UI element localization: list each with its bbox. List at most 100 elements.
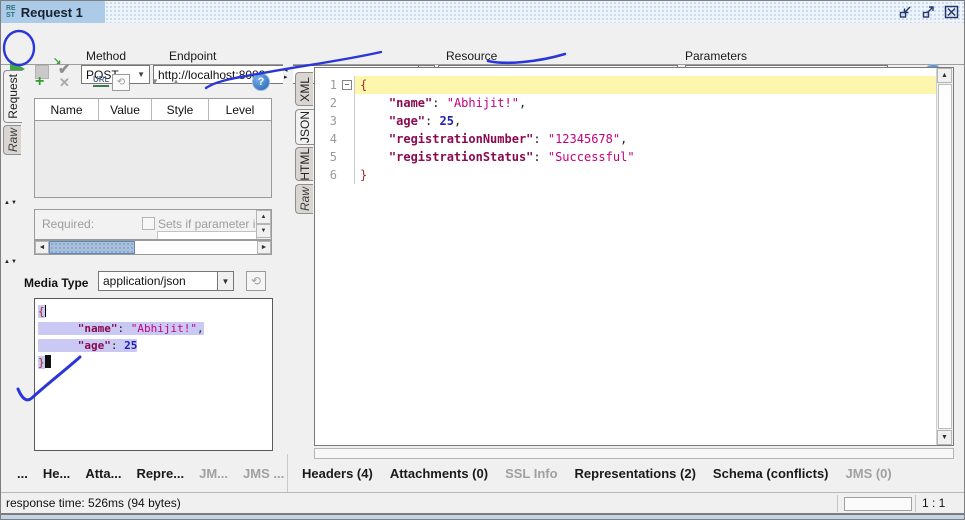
- param-detail-field[interactable]: [157, 231, 257, 240]
- table-header-cell[interactable]: Level: [209, 99, 271, 120]
- code-line: 6}: [315, 166, 953, 184]
- tab-schema-conflicts[interactable]: Schema (conflicts): [713, 466, 829, 481]
- code-token: [360, 114, 389, 128]
- code-text: {: [355, 76, 953, 94]
- fold-column: [341, 94, 355, 112]
- code-token: :: [533, 150, 547, 164]
- table-header-cell[interactable]: Name: [35, 99, 99, 120]
- question-icon: ?: [258, 76, 265, 88]
- down-arrow-icon: ▼: [261, 228, 267, 234]
- tab-jms-0: JMS (0): [846, 466, 892, 481]
- fold-column: [341, 130, 355, 148]
- code-token: ,: [620, 132, 627, 146]
- response-editor[interactable]: 1−{2 "name": "Abhijit!",3 "age": 25,4 "r…: [314, 67, 954, 446]
- code-text: "name": "Abhijit!",: [355, 94, 953, 112]
- table-header-cell[interactable]: Style: [152, 99, 209, 120]
- scroll-right-button[interactable]: ►: [257, 241, 271, 254]
- method-label: Method: [86, 49, 126, 63]
- table-header-cell[interactable]: Value: [99, 99, 152, 120]
- code-token: 25: [439, 114, 453, 128]
- code-token: "12345678": [548, 132, 620, 146]
- media-type-label: Media Type: [24, 276, 88, 290]
- close-window-button[interactable]: [943, 4, 960, 20]
- code-line: }: [35, 354, 272, 371]
- move-up-button[interactable]: ▲: [172, 77, 180, 86]
- code-line: 3 "age": 25,: [315, 112, 953, 130]
- tab-headers-4[interactable]: Headers (4): [302, 466, 373, 481]
- code-text: "name": "Abhijit!",: [38, 322, 204, 335]
- tab-label: HTML: [298, 148, 312, 181]
- tab-attachments-0[interactable]: Attachments (0): [390, 466, 488, 481]
- h-scrollbar-thumb[interactable]: [49, 241, 135, 254]
- params-table[interactable]: NameValueStyleLevel: [34, 98, 272, 198]
- collapse-arrows[interactable]: ◂▸: [284, 67, 288, 81]
- response-time-text: response time: 526ms (94 bytes): [6, 496, 181, 510]
- fold-column: [341, 148, 355, 166]
- splitter-handle[interactable]: ▲▼: [4, 259, 18, 265]
- code-token: {: [38, 305, 45, 318]
- tab-representations-2[interactable]: Representations (2): [575, 466, 696, 481]
- tab-he[interactable]: He...: [43, 466, 70, 481]
- rest-request-window: REST Request 1 ↘ ✔ Meth: [0, 0, 965, 520]
- code-token: [360, 96, 389, 110]
- tab-ssl-info: SSL Info: [505, 466, 557, 481]
- code-line: 1−{: [315, 76, 953, 94]
- code-token: "name": [78, 322, 118, 335]
- code-line: 2 "name": "Abhijit!",: [315, 94, 953, 112]
- up-arrow-icon: ▲: [261, 214, 267, 220]
- scroll-down-button[interactable]: ▼: [937, 430, 952, 445]
- code-token: :: [111, 339, 124, 352]
- details-h-scrollbar[interactable]: ◄ ►: [34, 240, 272, 255]
- delete-param-button[interactable]: ✕: [59, 75, 70, 91]
- tab-label: Raw: [298, 187, 312, 211]
- tab-label: Raw: [6, 128, 20, 152]
- response-tab-raw[interactable]: Raw: [295, 184, 313, 214]
- move-down-button[interactable]: ▼: [151, 77, 159, 86]
- recreate-default-content-button[interactable]: ⟲: [246, 271, 266, 291]
- v-scrollbar-thumb[interactable]: [938, 84, 952, 429]
- details-v-scrollbar[interactable]: ▲ ▼: [256, 210, 271, 239]
- chevron-down-icon: ▼: [222, 277, 230, 286]
- response-tab-xml[interactable]: XML: [295, 72, 313, 106]
- tab-raw[interactable]: Raw: [3, 125, 21, 155]
- code-line: {: [35, 303, 272, 320]
- revert-button[interactable]: ⟲: [112, 74, 130, 91]
- required-checkbox-label: Sets if parameter is: [158, 217, 255, 231]
- response-tab-html[interactable]: HTML: [295, 147, 313, 181]
- request-body-editor[interactable]: { "name": "Abhijit!", "age": 25}: [34, 298, 273, 451]
- scroll-up-button[interactable]: ▲: [937, 68, 952, 83]
- scroll-down-button[interactable]: ▼: [256, 224, 271, 238]
- scroll-left-button[interactable]: ◄: [35, 241, 49, 254]
- tab-atta[interactable]: Atta...: [85, 466, 121, 481]
- titlebar[interactable]: REST Request 1: [1, 1, 964, 24]
- tab-request[interactable]: Request: [3, 70, 22, 123]
- required-checkbox[interactable]: [142, 217, 155, 230]
- resource-label: Resource: [446, 49, 497, 63]
- scroll-up-button[interactable]: ▲: [256, 210, 271, 224]
- tab-repre[interactable]: Repre...: [136, 466, 184, 481]
- code-token: :: [533, 132, 547, 146]
- splitter-handle[interactable]: ▲▼: [4, 200, 18, 206]
- add-param-row-button[interactable]: +: [35, 73, 44, 91]
- response-v-scrollbar[interactable]: ▲ ▼: [936, 68, 953, 445]
- response-tab-json[interactable]: JSON: [295, 109, 314, 145]
- code-text: "age": 25,: [355, 112, 953, 130]
- h-scrollbar-track[interactable]: [135, 241, 257, 254]
- media-type-select[interactable]: application/json: [98, 271, 218, 291]
- media-type-value: application/json: [103, 274, 186, 288]
- fold-marker-icon[interactable]: −: [342, 80, 352, 90]
- code-token: "name": [389, 96, 432, 110]
- media-type-dropdown-button[interactable]: ▼: [217, 271, 234, 291]
- text-caret: [45, 305, 46, 317]
- tab-[interactable]: ...: [17, 466, 28, 481]
- code-line: "age": 25: [35, 337, 272, 354]
- params-help-button[interactable]: ?: [252, 73, 270, 91]
- line-number: 1: [315, 76, 341, 94]
- code-token: :: [425, 114, 439, 128]
- url-encode-button[interactable]: URL: [93, 75, 109, 87]
- restore-window-button[interactable]: [897, 4, 914, 20]
- panel-splitter[interactable]: ◂▸: [283, 64, 293, 454]
- tab-label: XML: [298, 77, 312, 102]
- maximize-window-button[interactable]: [920, 4, 937, 20]
- code-token: [360, 150, 389, 164]
